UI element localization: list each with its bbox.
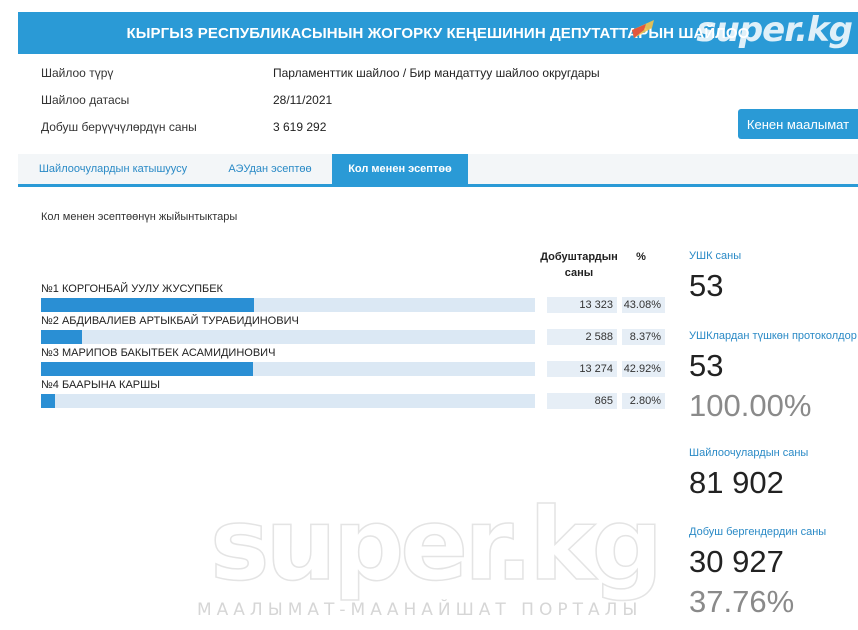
candidate-name: №1 КОРГОНБАЙ УУЛУ ЖУСУПБЕК <box>41 283 223 295</box>
voters-count-label: Добуш берүүчүлөрдүн саны <box>41 120 197 134</box>
header-title: КЫРГЫЗ РЕСПУБЛИКАСЫНЫН ЖОГОРКУ КЕҢЕШИНИН… <box>126 24 750 42</box>
election-type-label: Шайлоо түрү <box>41 66 114 80</box>
candidate-bar-track <box>41 362 535 376</box>
election-date-label: Шайлоо датасы <box>41 93 130 107</box>
turnout-label: Добуш бергендердин саны <box>689 526 827 538</box>
election-type-value: Парламенттик шайлоо / Бир мандаттуу шайл… <box>273 66 600 80</box>
more-info-button[interactable]: Кенен маалымат <box>738 109 858 139</box>
candidate-bar-track <box>41 330 535 344</box>
candidate-percent: 42.92% <box>622 361 665 377</box>
candidate-bar-fill <box>41 298 254 312</box>
ushk-count-value: 53 <box>689 268 724 303</box>
candidate-bar-track <box>41 298 535 312</box>
candidate-name: №2 АБДИВАЛИЕВ АРТЫКБАЙ ТУРАБИДИНОВИЧ <box>41 315 299 327</box>
watermark-logo: super.kg <box>209 486 664 603</box>
candidate-name: №3 МАРИПОВ БАКЫТБЕК АСАМИДИНОВИЧ <box>41 347 276 359</box>
protocols-value: 53 <box>689 348 724 383</box>
watermark-subtitle: МААЛЫМАТ-МААНАЙШАТ ПОРТАЛЫ <box>197 600 643 620</box>
candidate-percent: 8.37% <box>622 329 665 345</box>
candidate-name: №4 БААРЫНА КАРШЫ <box>41 379 160 391</box>
registered-voters-label: Шайлоочулардын саны <box>689 447 809 459</box>
tab-turnout[interactable]: Шайлоочулардын катышуусу <box>18 154 208 184</box>
registered-voters-value: 81 902 <box>689 465 784 500</box>
election-date-value: 28/11/2021 <box>273 93 333 107</box>
candidate-votes: 13 274 <box>547 361 617 377</box>
candidate-votes: 865 <box>547 393 617 409</box>
results-title: Кол менен эсептөөнүн жыйынтыктары <box>41 211 238 223</box>
ushk-count-label: УШК саны <box>689 250 742 262</box>
percent-column-header: % <box>636 251 646 263</box>
candidate-bar-fill <box>41 330 82 344</box>
candidate-bar-fill <box>41 394 55 408</box>
candidate-votes: 13 323 <box>547 297 617 313</box>
tab-bar: Шайлоочулардын катышуусу АЭУдан эсептөө … <box>18 154 858 187</box>
candidate-votes: 2 588 <box>547 329 617 345</box>
candidate-percent: 43.08% <box>622 297 665 313</box>
voters-count-value: 3 619 292 <box>273 120 327 134</box>
watermark-flag-icon <box>632 20 654 38</box>
watermark-logo-top: super.kg <box>696 10 853 50</box>
votes-column-header: Добуштардын саны <box>540 251 618 279</box>
turnout-value: 30 927 <box>689 544 784 579</box>
turnout-percent: 37.76% <box>689 584 795 619</box>
protocols-percent: 100.00% <box>689 388 812 423</box>
candidate-bar-track <box>41 394 535 408</box>
candidate-bar-fill <box>41 362 253 376</box>
tab-electronic-count[interactable]: АЭУдан эсептөө <box>208 154 332 184</box>
candidate-percent: 2.80% <box>622 393 665 409</box>
tab-manual-count[interactable]: Кол менен эсептөө <box>332 154 468 184</box>
protocols-label: УШКлардан түшкөн протоколдор <box>689 330 857 342</box>
